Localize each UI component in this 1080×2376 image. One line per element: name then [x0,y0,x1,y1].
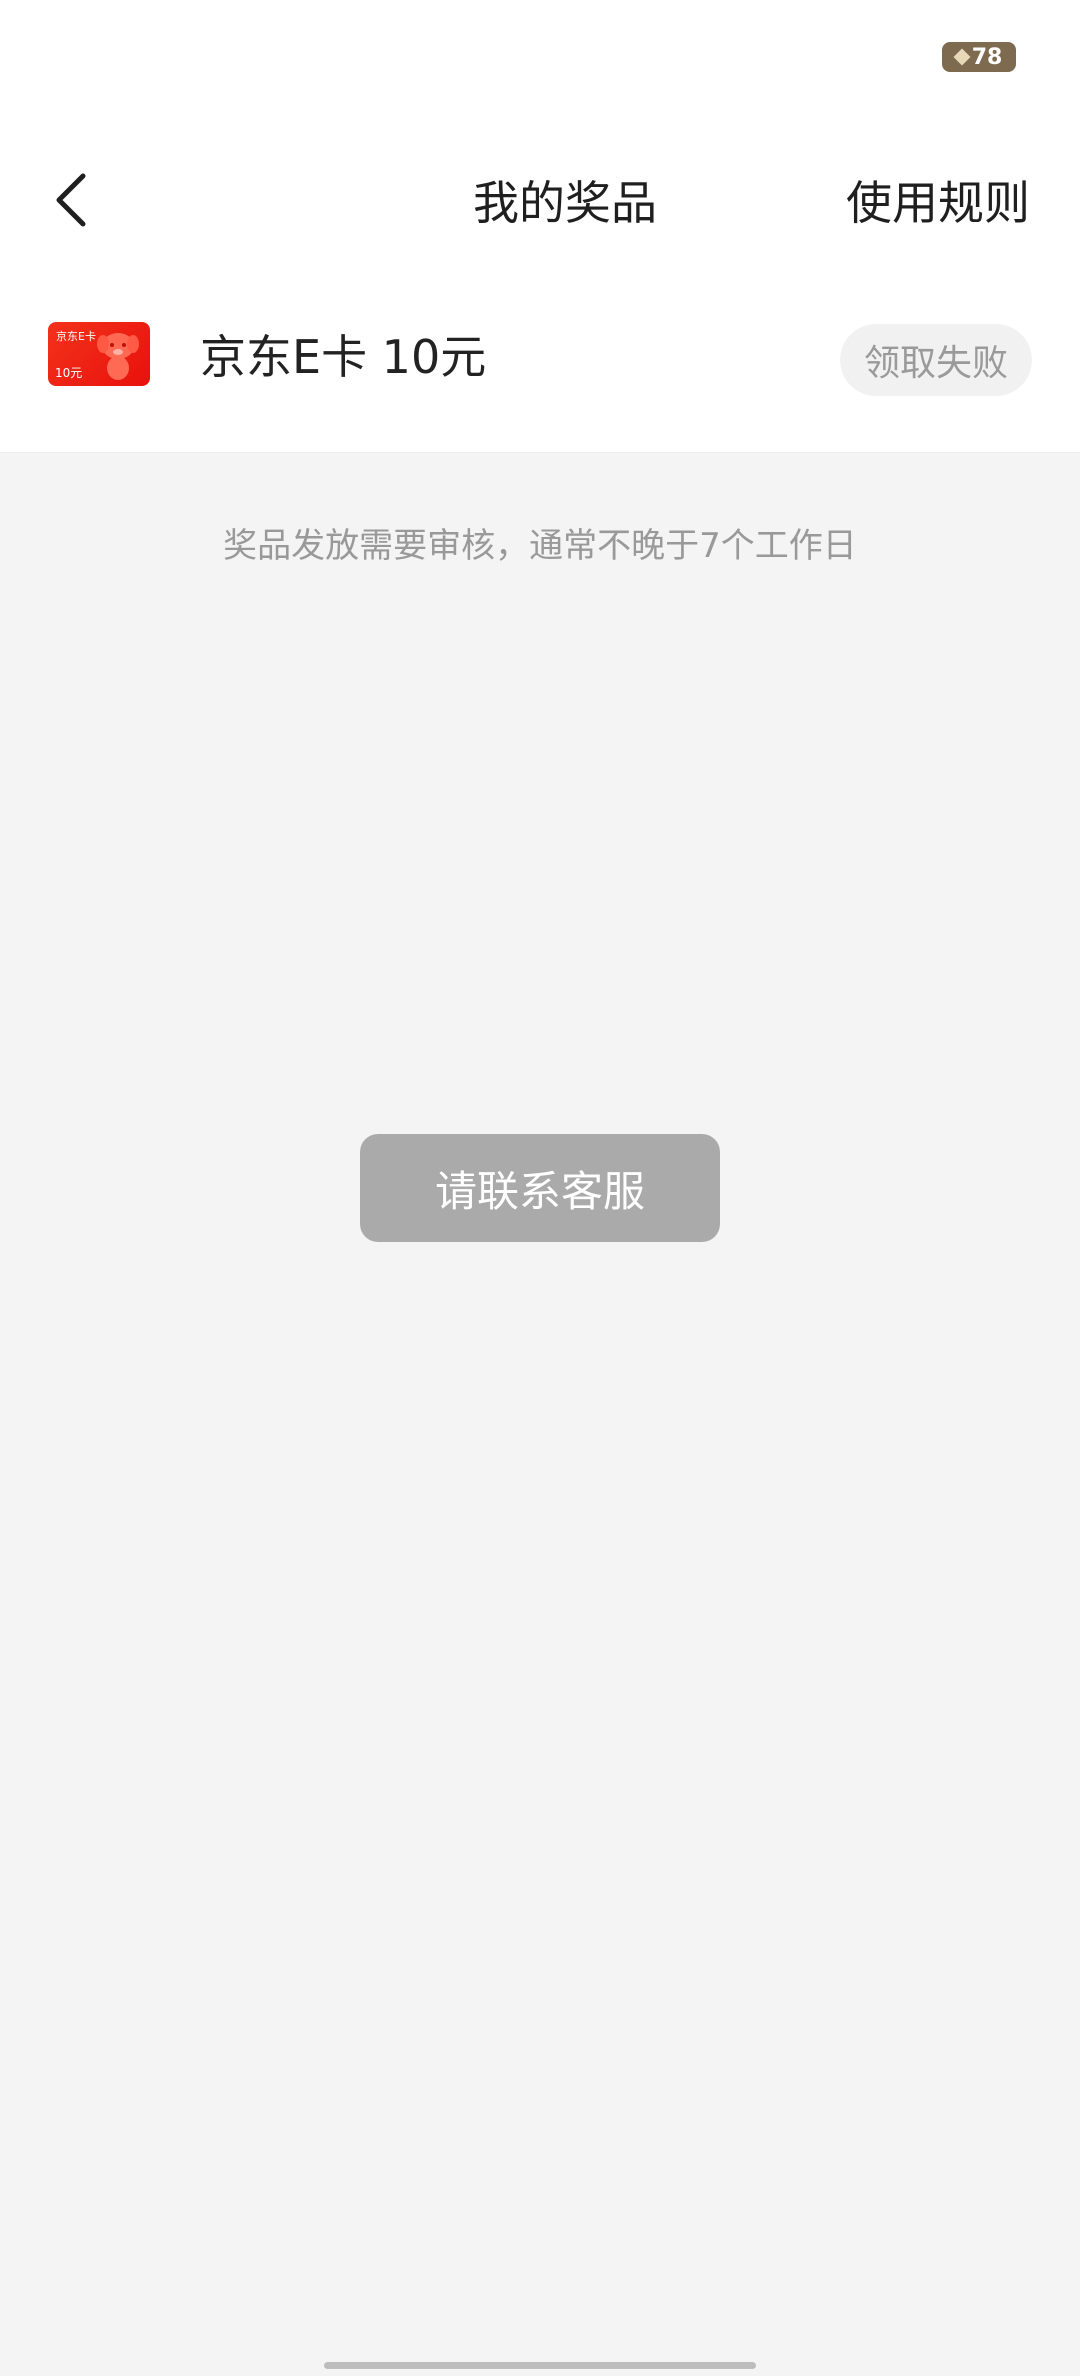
claim-status-badge[interactable]: 领取失败 [840,324,1032,396]
top-panel: 78 我的奖品 使用规则 京东E卡 10元 京东E卡 10元 领取失败 [0,0,1080,453]
back-button[interactable] [36,165,106,235]
nav-bar: 我的奖品 使用规则 [0,140,1080,260]
page-title: 我的奖品 [473,176,657,230]
status-bar: 78 [0,0,1080,110]
usage-rules-link[interactable]: 使用规则 [846,140,1030,260]
home-indicator[interactable] [324,2362,756,2369]
chevron-left-icon [56,173,86,227]
battery-icon: 78 [942,42,1016,72]
jd-ecard-thumbnail: 京东E卡 10元 [48,322,150,386]
prize-item[interactable]: 京东E卡 10元 京东E卡 10元 领取失败 [0,300,1080,420]
battery-level: 78 [971,44,1003,70]
contact-support-button[interactable]: 请联系客服 [360,1134,720,1242]
jd-dog-mascot-icon [97,333,139,380]
battery-diamond-icon [953,48,971,66]
review-notice: 奖品发放需要审核，通常不晚于7个工作日 [223,526,857,566]
card-amount-label: 10元 [55,366,83,380]
prize-name: 京东E卡 10元 [200,330,487,384]
